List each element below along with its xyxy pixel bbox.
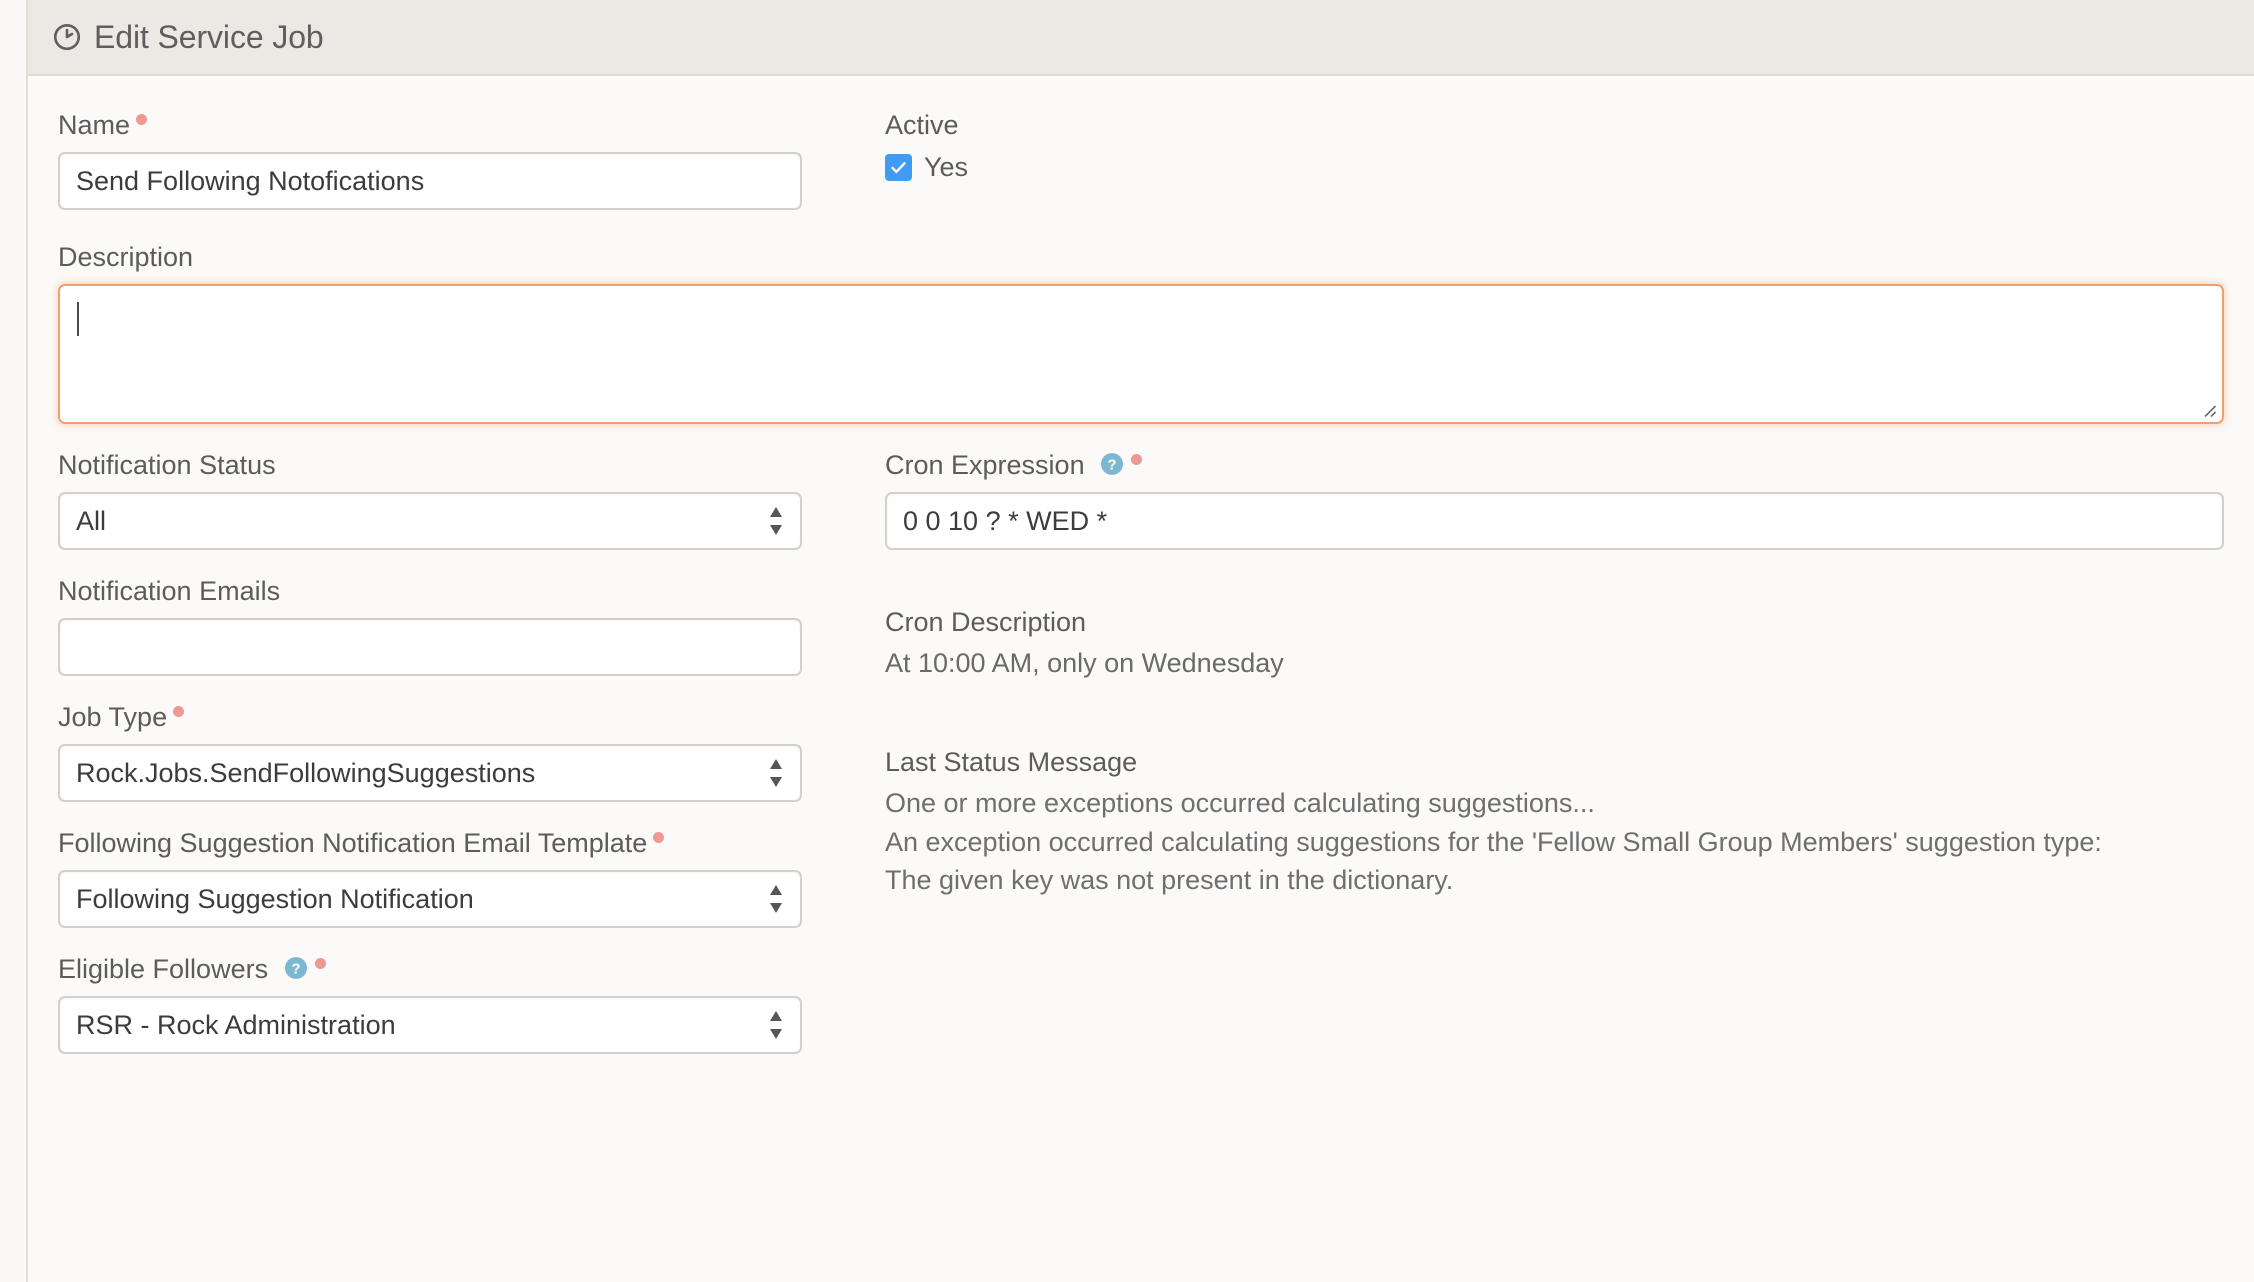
required-dot-icon — [136, 114, 147, 125]
name-field-group: Name — [58, 110, 843, 236]
help-icon[interactable]: ? — [1100, 452, 1124, 476]
cron-description-block: Cron Description At 10:00 AM, only on We… — [885, 606, 2224, 682]
notification-status-label: Notification Status — [58, 450, 843, 481]
spacer — [885, 708, 2224, 746]
cron-description-value: At 10:00 AM, only on Wednesday — [885, 645, 2224, 682]
required-dot-icon — [315, 958, 326, 969]
description-label: Description — [58, 242, 2224, 273]
cron-expression-label: Cron Expression ? — [885, 450, 2224, 481]
description-field: Description — [58, 242, 2224, 424]
job-type-label: Job Type — [58, 702, 843, 733]
panel-header: Edit Service Job — [28, 0, 2254, 76]
eligible-followers-select[interactable]: RSR - Rock Administration — [58, 996, 802, 1054]
edit-service-job-panel: Edit Service Job Name Active — [26, 0, 2254, 1282]
cron-description-label: Cron Description — [885, 606, 2224, 638]
name-field: Name — [58, 110, 843, 210]
status-line: One or more exceptions occurred calculat… — [885, 784, 2224, 822]
spacer — [885, 576, 2224, 606]
text-caret — [77, 302, 79, 336]
eligible-followers-field: Eligible Followers ? RSR - Rock Administ… — [58, 954, 843, 1054]
resize-grip-icon[interactable] — [2199, 400, 2217, 418]
active-label: Active — [885, 110, 2224, 141]
eligible-followers-label: Eligible Followers ? — [58, 954, 843, 985]
notification-emails-field: Notification Emails — [58, 576, 843, 676]
active-field: Active Yes — [885, 110, 2224, 183]
svg-text:?: ? — [1108, 456, 1117, 473]
email-template-label: Following Suggestion Notification Email … — [58, 828, 843, 859]
job-type-label-text: Job Type — [58, 702, 167, 732]
eligible-followers-select-wrap[interactable]: RSR - Rock Administration — [58, 996, 802, 1054]
name-label: Name — [58, 110, 843, 141]
right-column: Cron Expression ? Cron Description At 10… — [885, 450, 2224, 925]
row-name-active: Name Active Yes — [58, 110, 2224, 236]
help-icon[interactable]: ? — [284, 956, 308, 980]
description-textarea[interactable] — [58, 284, 2224, 424]
name-input[interactable] — [58, 152, 802, 210]
cron-expression-input[interactable] — [885, 492, 2224, 550]
job-type-select[interactable]: Rock.Jobs.SendFollowingSuggestions — [58, 744, 802, 802]
job-type-select-wrap[interactable]: Rock.Jobs.SendFollowingSuggestions — [58, 744, 802, 802]
clock-icon — [52, 22, 82, 52]
active-checkbox-row[interactable]: Yes — [885, 152, 2224, 183]
last-status-message-block: Last Status Message One or more exceptio… — [885, 746, 2224, 899]
status-line: An exception occurred calculating sugges… — [885, 823, 2224, 861]
row-main-fields: Notification Status All Notification Ema… — [58, 450, 2224, 1080]
notification-emails-label: Notification Emails — [58, 576, 843, 607]
notification-status-field: Notification Status All — [58, 450, 843, 550]
left-column: Notification Status All Notification Ema… — [58, 450, 843, 1080]
check-icon — [889, 158, 908, 177]
panel-body: Name Active Yes — [28, 76, 2254, 1080]
eligible-followers-label-text: Eligible Followers — [58, 954, 268, 984]
job-type-field: Job Type Rock.Jobs.SendFollowingSuggesti… — [58, 702, 843, 802]
notification-status-select-wrap[interactable]: All — [58, 492, 802, 550]
email-template-select[interactable]: Following Suggestion Notification — [58, 870, 802, 928]
last-status-message-lines: One or more exceptions occurred calculat… — [885, 784, 2224, 899]
cron-expression-label-text: Cron Expression — [885, 450, 1085, 480]
email-template-select-wrap[interactable]: Following Suggestion Notification — [58, 870, 802, 928]
status-line: The given key was not present in the dic… — [885, 861, 2224, 899]
svg-text:?: ? — [291, 961, 300, 978]
active-checkbox[interactable] — [885, 154, 912, 181]
name-label-text: Name — [58, 110, 130, 140]
email-template-field: Following Suggestion Notification Email … — [58, 828, 843, 928]
active-checkbox-label: Yes — [924, 152, 968, 183]
page-title: Edit Service Job — [94, 19, 324, 56]
active-field-group: Active Yes — [885, 110, 2224, 209]
required-dot-icon — [1131, 454, 1142, 465]
required-dot-icon — [173, 706, 184, 717]
last-status-message-label: Last Status Message — [885, 746, 2224, 778]
notification-emails-input[interactable] — [58, 618, 802, 676]
cron-expression-field: Cron Expression ? — [885, 450, 2224, 550]
notification-status-select[interactable]: All — [58, 492, 802, 550]
email-template-label-text: Following Suggestion Notification Email … — [58, 828, 647, 858]
required-dot-icon — [653, 832, 664, 843]
